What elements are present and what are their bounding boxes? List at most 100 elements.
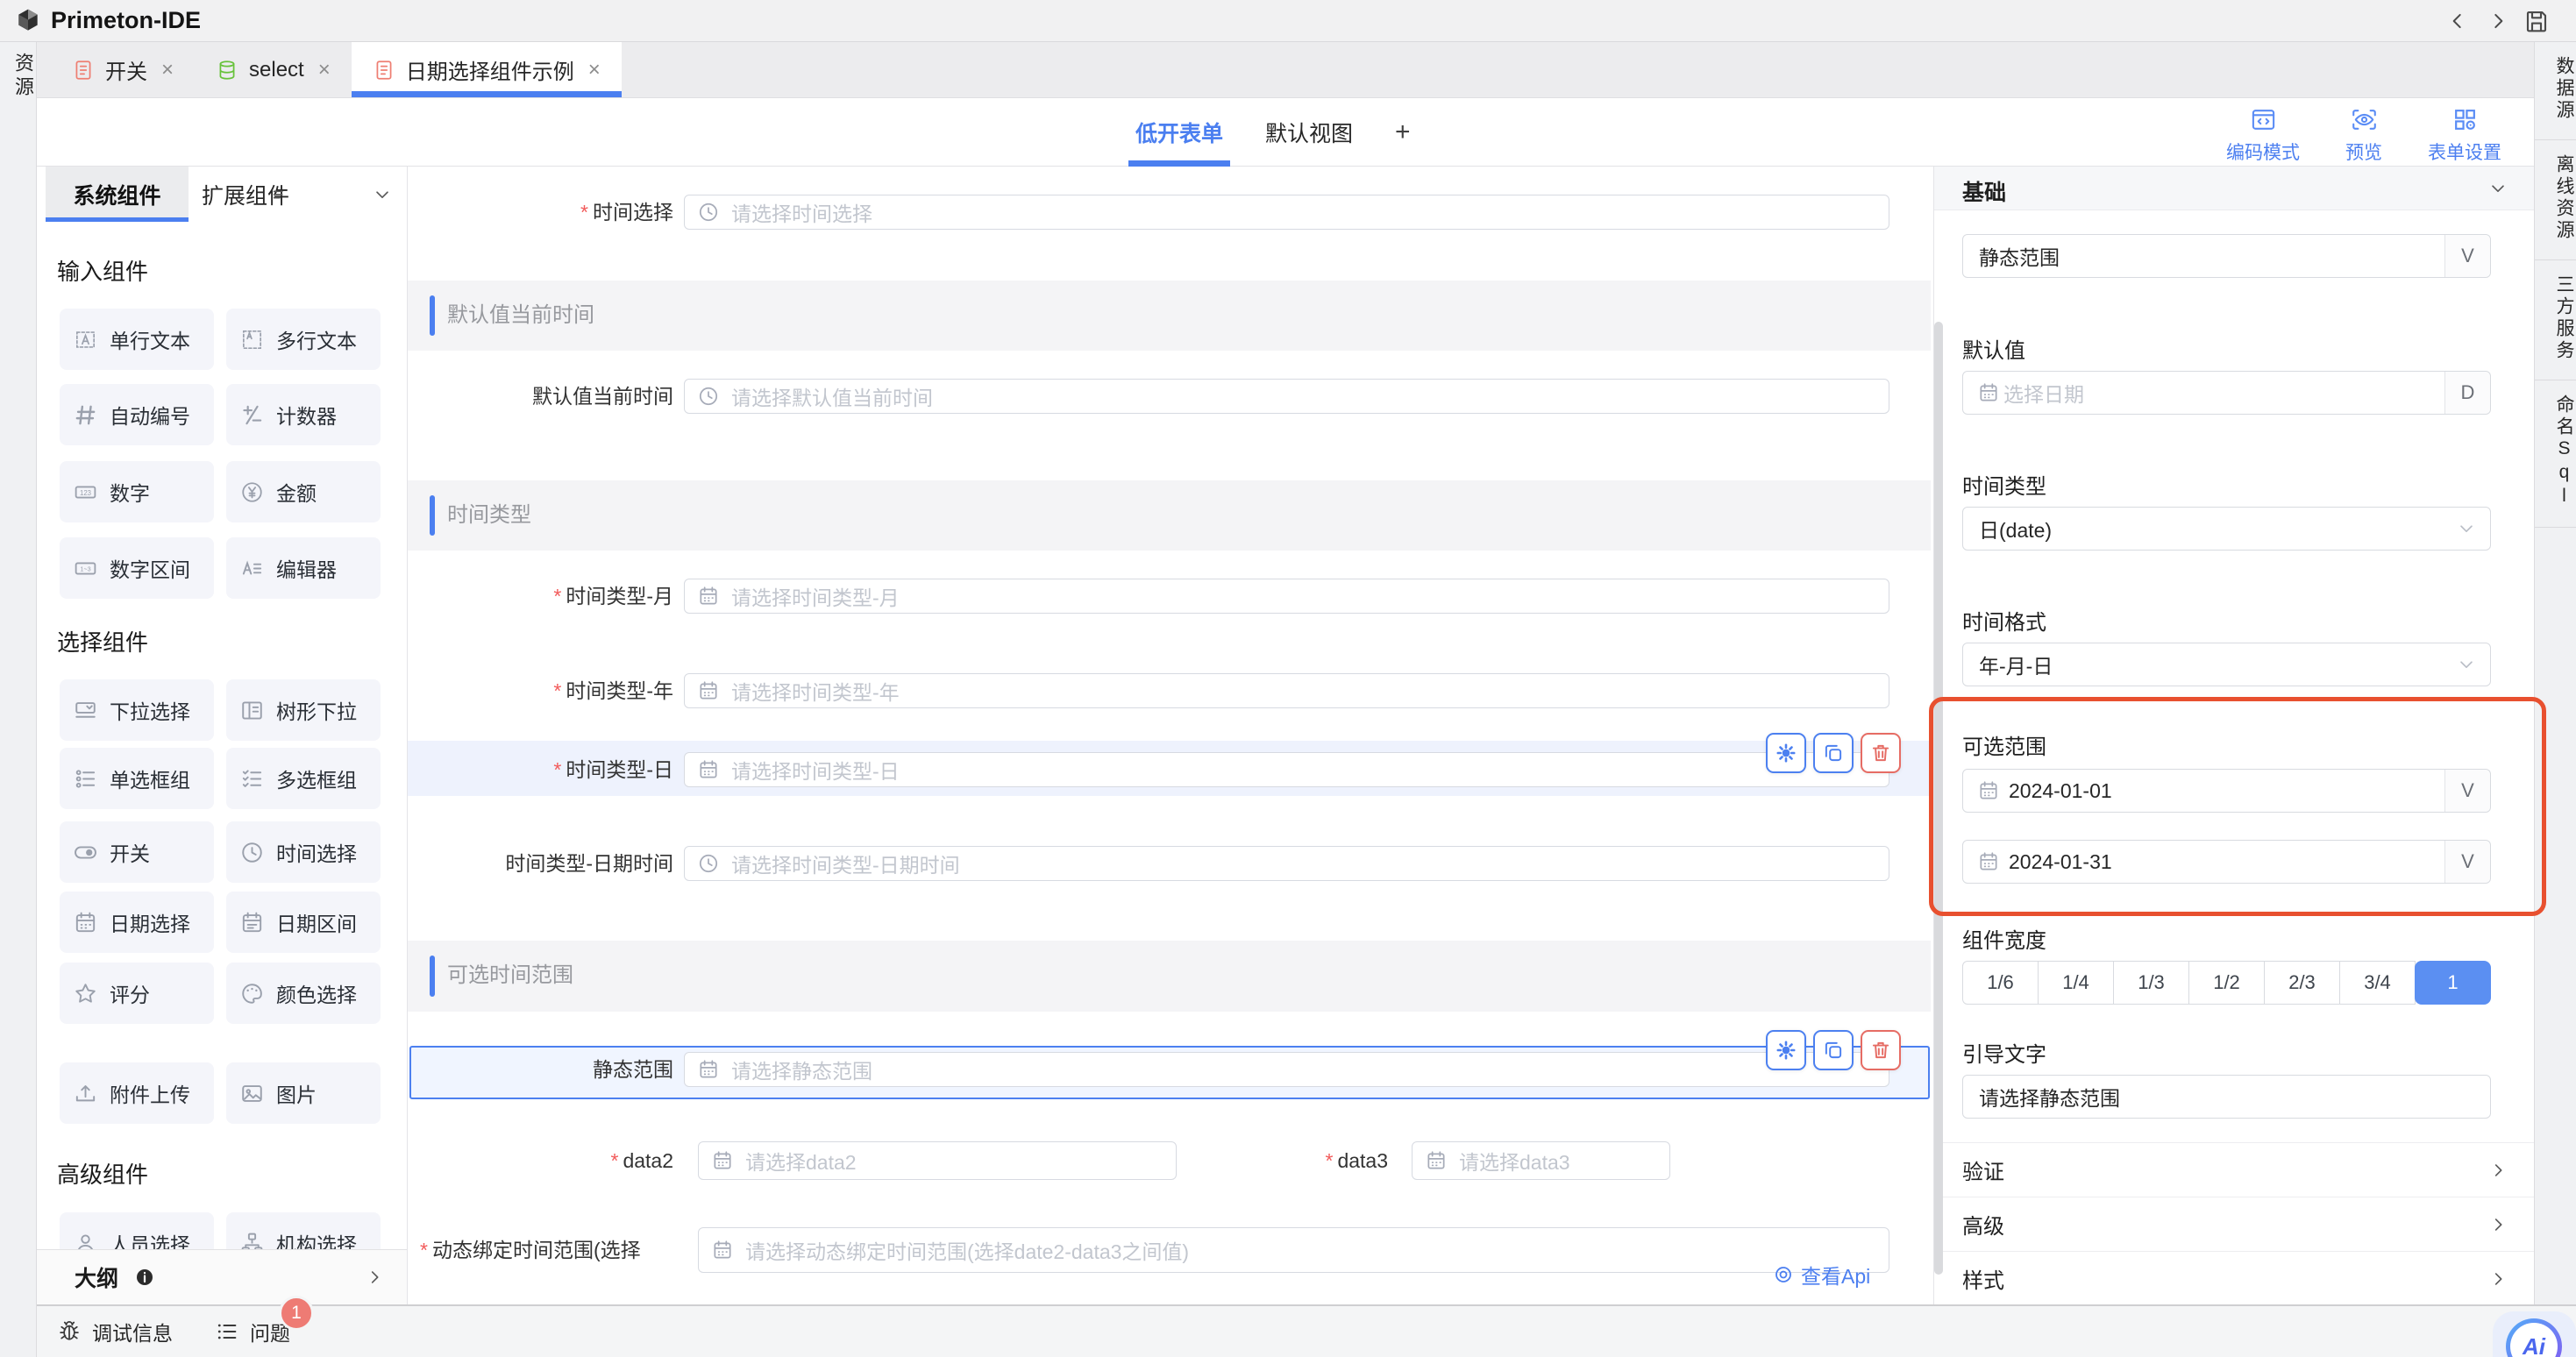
field-row-time-type-day[interactable]: *时间类型-日 请选择时间类型-日: [408, 752, 1933, 787]
form-settings-button[interactable]: 表单设置: [2428, 106, 2501, 165]
field-row-time-type-year[interactable]: *时间类型-年 请选择时间类型-年: [408, 673, 1933, 708]
nav-forward-icon[interactable]: [2487, 10, 2509, 32]
component-name-input[interactable]: 静态范围 V: [1962, 234, 2491, 278]
field-row-time-type-month[interactable]: *时间类型-月 请选择时间类型-月: [408, 579, 1933, 614]
component-auto-number[interactable]: 自动编号: [60, 384, 214, 445]
section-style[interactable]: 样式: [1934, 1251, 2534, 1304]
close-icon[interactable]: ×: [588, 58, 601, 82]
copy-button[interactable]: [1813, 733, 1854, 773]
strip-item-offline[interactable]: 离线资源: [2535, 140, 2576, 260]
component-attachment-upload[interactable]: 附件上传: [60, 1062, 214, 1124]
status-bar: 调试信息 问题 1: [37, 1304, 2576, 1357]
date-picker-input[interactable]: 请选择动态绑定时间范围(选择date2-data3之间值): [698, 1227, 1889, 1273]
add-view-button[interactable]: +: [1395, 98, 1411, 167]
variable-toggle-button[interactable]: V: [2444, 235, 2490, 277]
time-type-select[interactable]: 日(date): [1962, 507, 2491, 551]
time-picker-input[interactable]: 请选择时间类型-日期时间: [684, 846, 1889, 881]
time-picker-input[interactable]: 请选择时间选择: [684, 195, 1889, 230]
field-row-static-range-selected[interactable]: 静态范围 请选择静态范围: [408, 1052, 1933, 1087]
width-option[interactable]: 1/6: [1962, 961, 2039, 1005]
code-mode-button[interactable]: 编码模式: [2226, 106, 2300, 165]
section-validation[interactable]: 验证: [1934, 1142, 2534, 1197]
range-end-input[interactable]: 2024-01-31 V: [1962, 840, 2491, 884]
date-picker-input[interactable]: 请选择时间类型-年: [684, 673, 1889, 708]
dynamic-toggle-button[interactable]: D: [2444, 372, 2490, 414]
component-image[interactable]: 图片: [226, 1062, 381, 1124]
component-counter[interactable]: 计数器: [226, 384, 381, 445]
width-option[interactable]: 1/4: [2038, 961, 2114, 1005]
date-picker-input[interactable]: 请选择data2: [698, 1141, 1177, 1180]
component-number[interactable]: 数字: [60, 461, 214, 522]
component-tree-dropdown[interactable]: 树形下拉: [226, 679, 381, 741]
gear-button[interactable]: [1766, 733, 1806, 773]
time-picker-input[interactable]: 请选择默认值当前时间: [684, 379, 1889, 414]
sort-menu-icon[interactable]: [270, 185, 289, 204]
preview-button[interactable]: 预览: [2345, 106, 2382, 165]
date-picker-input[interactable]: 请选择data3: [1412, 1141, 1670, 1180]
section-advanced[interactable]: 高级: [1934, 1197, 2534, 1251]
field-row-time-picker[interactable]: *时间选择 请选择时间选择: [408, 195, 1933, 230]
resource-strip-item[interactable]: 资源: [0, 53, 37, 100]
width-option[interactable]: 1/3: [2113, 961, 2189, 1005]
ai-assistant-button[interactable]: Ai: [2493, 1311, 2576, 1357]
width-option[interactable]: 3/4: [2339, 961, 2416, 1005]
component-date-picker[interactable]: 日期选择: [60, 892, 214, 953]
component-switch[interactable]: 开关: [60, 821, 214, 883]
time-format-select[interactable]: 年-月-日: [1962, 643, 2491, 686]
width-option-selected[interactable]: 1: [2415, 961, 2491, 1005]
component-single-text[interactable]: 单行文本: [60, 309, 214, 370]
group-title-input: 输入组件: [57, 254, 148, 287]
form-canvas[interactable]: *时间选择 请选择时间选择 默认值当前时间 默认值当前时间 请选择默认值当前时间…: [408, 167, 1933, 1304]
bug-icon: [57, 1319, 82, 1344]
component-number-range[interactable]: 数字区间: [60, 537, 214, 599]
date-picker-input[interactable]: 请选择静态范围: [684, 1052, 1889, 1087]
component-checkbox-group[interactable]: 多选框组: [226, 748, 381, 809]
strip-item-thirdparty[interactable]: 三方服务: [2535, 260, 2576, 380]
range-start-input[interactable]: 2024-01-01 V: [1962, 769, 2491, 813]
tab-system-components[interactable]: 系统组件: [46, 167, 189, 222]
save-icon[interactable]: [2523, 8, 2550, 34]
component-color-picker[interactable]: 颜色选择: [226, 963, 381, 1024]
delete-button[interactable]: [1861, 733, 1901, 773]
field-row-dynamic-range[interactable]: *动态绑定时间范围(选择 请选择动态绑定时间范围(选择date2-data3之间…: [408, 1227, 1933, 1273]
scrollbar[interactable]: [1934, 322, 1943, 1275]
variable-toggle-button[interactable]: V: [2444, 841, 2490, 883]
default-value-input[interactable]: 选择日期 D: [1962, 371, 2491, 415]
component-date-range[interactable]: 日期区间: [226, 892, 381, 953]
nav-back-icon[interactable]: [2446, 10, 2469, 32]
debug-info-button[interactable]: 调试信息: [57, 1306, 173, 1357]
width-option[interactable]: 2/3: [2264, 961, 2340, 1005]
doc-tab-datepicker-example[interactable]: 日期选择组件示例 ×: [352, 42, 622, 97]
strip-item-namedsql[interactable]: 命名Sql: [2535, 380, 2576, 528]
inspector-header[interactable]: 基础: [1934, 167, 2534, 210]
delete-button[interactable]: [1861, 1030, 1901, 1070]
collapse-panel-icon[interactable]: [373, 185, 392, 204]
strip-item-datasource[interactable]: 数据源: [2535, 42, 2576, 140]
component-time-picker[interactable]: 时间选择: [226, 821, 381, 883]
date-picker-input[interactable]: 请选择时间类型-月: [684, 579, 1889, 614]
variable-toggle-button[interactable]: V: [2444, 770, 2490, 812]
copy-button[interactable]: [1813, 1030, 1854, 1070]
tab-lowcode-form[interactable]: 低开表单: [1135, 98, 1223, 167]
component-amount[interactable]: 金额: [226, 461, 381, 522]
component-radio-group[interactable]: 单选框组: [60, 748, 214, 809]
component-editor[interactable]: 编辑器: [226, 537, 381, 599]
outline-bar[interactable]: 大纲: [37, 1249, 407, 1304]
gear-button[interactable]: [1766, 1030, 1806, 1070]
doc-tab-select[interactable]: select ×: [195, 42, 352, 97]
component-rating[interactable]: 评分: [60, 963, 214, 1024]
guide-text-input[interactable]: 请选择静态范围: [1962, 1075, 2491, 1119]
component-dropdown[interactable]: 下拉选择: [60, 679, 214, 741]
width-option[interactable]: 1/2: [2188, 961, 2265, 1005]
component-multi-text[interactable]: 多行文本: [226, 309, 381, 370]
date-picker-input[interactable]: 请选择时间类型-日: [684, 752, 1889, 787]
field-row-data2-data3[interactable]: *data2 请选择data2 *data3 请选择data3: [408, 1141, 1933, 1180]
field-row-default-current-time[interactable]: 默认值当前时间 请选择默认值当前时间: [408, 379, 1933, 414]
doc-tab-switch[interactable]: 开关 ×: [51, 42, 195, 97]
close-icon[interactable]: ×: [318, 58, 331, 82]
tab-default-view[interactable]: 默认视图: [1265, 98, 1353, 167]
calendar-icon: [697, 585, 720, 607]
close-icon[interactable]: ×: [161, 58, 174, 82]
view-api-link[interactable]: 查看Api: [1773, 1260, 1870, 1290]
field-row-time-type-datetime[interactable]: 时间类型-日期时间 请选择时间类型-日期时间: [408, 846, 1933, 881]
